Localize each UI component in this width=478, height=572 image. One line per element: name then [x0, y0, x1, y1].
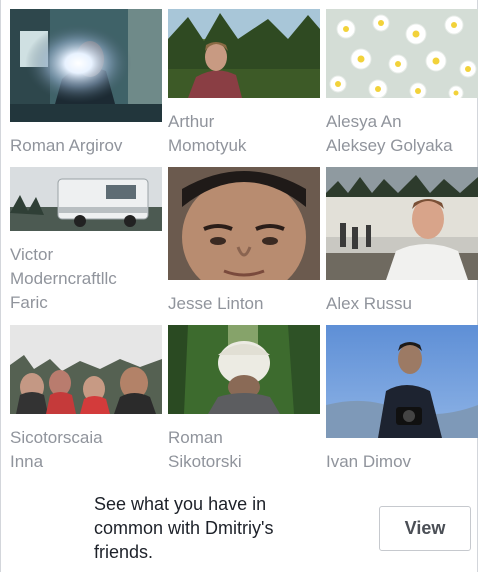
- friend-photo-victor[interactable]: [10, 167, 162, 231]
- friend-card-jesse-linton[interactable]: Jesse Linton: [168, 167, 320, 316]
- friend-photo-roman-argirov[interactable]: [10, 9, 162, 122]
- friend-name[interactable]: Roman Sikotorski: [168, 426, 320, 474]
- friend-name[interactable]: Ivan Dimov: [326, 450, 478, 474]
- friend-photo-alex-russu[interactable]: [326, 167, 478, 280]
- friend-photo-arthur-momotyuk[interactable]: [168, 9, 320, 98]
- friends-panel: Roman Argirov Arthur Momotyuk Alesya An …: [0, 0, 478, 572]
- friend-card-victor-moderncraftllc-faric[interactable]: Victor Moderncraftllc Faric: [10, 167, 162, 315]
- friend-name[interactable]: Sicotorscaia Inna: [10, 426, 162, 474]
- friend-photo-alesya-an[interactable]: [326, 9, 478, 98]
- friend-name[interactable]: Jesse Linton: [168, 292, 320, 316]
- friend-photo-ivan-dimov[interactable]: [326, 325, 478, 438]
- friend-card-alesya-an-aleksey-golyaka[interactable]: Alesya An Aleksey Golyaka: [326, 9, 478, 158]
- friend-card-arthur-momotyuk[interactable]: Arthur Momotyuk: [168, 9, 320, 158]
- mutual-friends-prompt: See what you have in common with Dmitriy…: [94, 494, 274, 562]
- friend-card-sicotorscaia-inna[interactable]: Sicotorscaia Inna: [10, 325, 162, 474]
- friend-name[interactable]: Alesya An Aleksey Golyaka: [326, 110, 478, 158]
- friend-card-roman-sikotorski[interactable]: Roman Sikotorski: [168, 325, 320, 474]
- friend-photo-jesse-linton[interactable]: [168, 167, 320, 280]
- friend-name[interactable]: Arthur Momotyuk: [168, 110, 320, 158]
- friend-card-ivan-dimov[interactable]: Ivan Dimov: [326, 325, 478, 474]
- view-button[interactable]: View: [379, 506, 471, 551]
- friend-photo-sicotorscaia-inna[interactable]: [10, 325, 162, 414]
- friend-name[interactable]: Alex Russu: [326, 292, 478, 316]
- friend-card-alex-russu[interactable]: Alex Russu: [326, 167, 478, 316]
- friend-card-roman-argirov[interactable]: Roman Argirov: [10, 9, 162, 158]
- friend-name[interactable]: Victor Moderncraftllc Faric: [10, 243, 162, 315]
- friend-name[interactable]: Roman Argirov: [10, 134, 162, 158]
- friend-photo-roman-sikotorski[interactable]: [168, 325, 320, 414]
